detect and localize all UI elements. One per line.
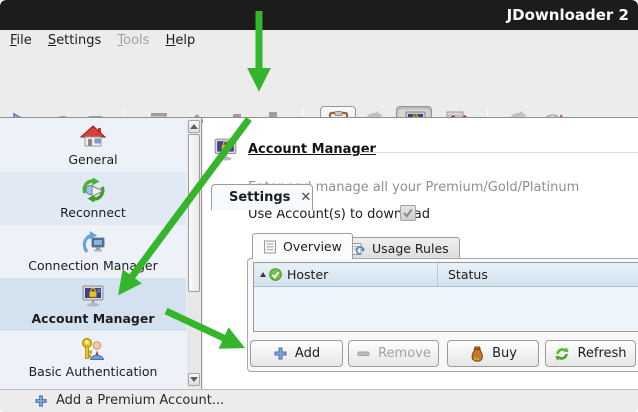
- money-bag-icon: [469, 345, 485, 362]
- tab-overview[interactable]: Overview: [252, 233, 353, 259]
- toolbar: [0, 52, 638, 92]
- column-header-status[interactable]: Status: [438, 263, 638, 286]
- sidebar-item-label: Reconnect: [60, 205, 126, 220]
- plus-icon: [273, 346, 288, 361]
- sidebar-item-reconnect[interactable]: Reconnect: [0, 172, 186, 225]
- enabled-column-header[interactable]: [254, 263, 287, 286]
- sidebar-item-basic-authentication[interactable]: Basic Authentication: [0, 331, 186, 384]
- tab-label: Settings: [229, 190, 290, 205]
- column-label: Status: [448, 267, 488, 282]
- menu-settings[interactable]: Settings: [42, 32, 107, 49]
- home-icon: [80, 124, 106, 150]
- button-label: Refresh: [577, 346, 626, 361]
- account-manager-header-icon: [212, 136, 239, 167]
- sidebar-item-label: Connection Manager: [28, 258, 158, 273]
- remove-button: Remove: [348, 340, 439, 367]
- green-check-icon: [269, 268, 282, 281]
- table-header: Hoster Status: [254, 263, 638, 287]
- list-page-icon: [263, 240, 277, 254]
- tab-label: Overview: [283, 239, 342, 254]
- use-accounts-checkbox[interactable]: [400, 205, 416, 221]
- column-header-hoster[interactable]: Hoster: [287, 263, 438, 286]
- button-label: Add: [295, 346, 320, 361]
- tab-content-divider: [0, 117, 638, 118]
- monitor-lock-icon: [80, 283, 106, 309]
- titlebar: JDownloader 2: [0, 0, 638, 30]
- sidebar-item-account-manager[interactable]: Account Manager: [0, 278, 186, 331]
- title-rule: [360, 152, 638, 153]
- menu-file[interactable]: File: [4, 32, 38, 49]
- menu-tools: Tools: [111, 32, 155, 49]
- refresh-icon: [554, 346, 570, 362]
- plus-icon: [34, 394, 48, 412]
- tab-settings[interactable]: Settings ✕: [211, 184, 313, 210]
- window-title: JDownloader 2: [507, 0, 629, 30]
- sidebar-item-label: Basic Authentication: [29, 364, 158, 379]
- sidebar-item-label: Account Manager: [31, 311, 154, 326]
- check-icon: [402, 207, 414, 219]
- reconnect-globe-icon: [80, 177, 107, 203]
- page-title: Account Manager: [248, 142, 376, 157]
- scroll-down-icon[interactable]: [188, 373, 200, 386]
- settings-sidebar: General Reconnect Connection Manager: [0, 118, 202, 389]
- key-user-icon: [80, 336, 106, 362]
- sidebar-item-general[interactable]: General: [0, 119, 186, 172]
- column-label: Hoster: [287, 267, 328, 282]
- sidebar-scrollbar[interactable]: [187, 119, 201, 388]
- button-label: Remove: [378, 346, 431, 361]
- button-label: Buy: [492, 346, 517, 361]
- add-button[interactable]: Add: [250, 340, 343, 367]
- menubar: File Settings Tools Help: [0, 30, 638, 52]
- scrollbar-thumb[interactable]: [188, 134, 200, 292]
- minus-icon: [356, 346, 371, 361]
- status-text: Add a Premium Account...: [56, 390, 224, 412]
- menu-help[interactable]: Help: [160, 32, 202, 49]
- connections-icon: [80, 230, 106, 256]
- sidebar-item-connection-manager[interactable]: Connection Manager: [0, 225, 186, 278]
- jdownloader-window: JDownloader 2 File Settings Tools Help: [0, 0, 638, 412]
- buy-button[interactable]: Buy: [447, 340, 539, 367]
- refresh-button[interactable]: Refresh: [545, 340, 636, 367]
- list-page-arrow-icon: [351, 242, 366, 256]
- close-icon[interactable]: ✕: [300, 193, 311, 203]
- main-tabbar: Downloads LinkGrabber Settings ✕ My My.J…: [0, 92, 638, 118]
- accounts-table: Hoster Status: [253, 262, 638, 332]
- statusbar: Add a Premium Account...: [0, 389, 638, 412]
- tab-label: Usage Rules: [372, 241, 449, 256]
- scroll-up-icon[interactable]: [188, 120, 200, 133]
- tab-usage-rules[interactable]: Usage Rules: [340, 237, 460, 259]
- sort-ascending-icon: [260, 272, 266, 277]
- sidebar-item-label: General: [68, 152, 117, 167]
